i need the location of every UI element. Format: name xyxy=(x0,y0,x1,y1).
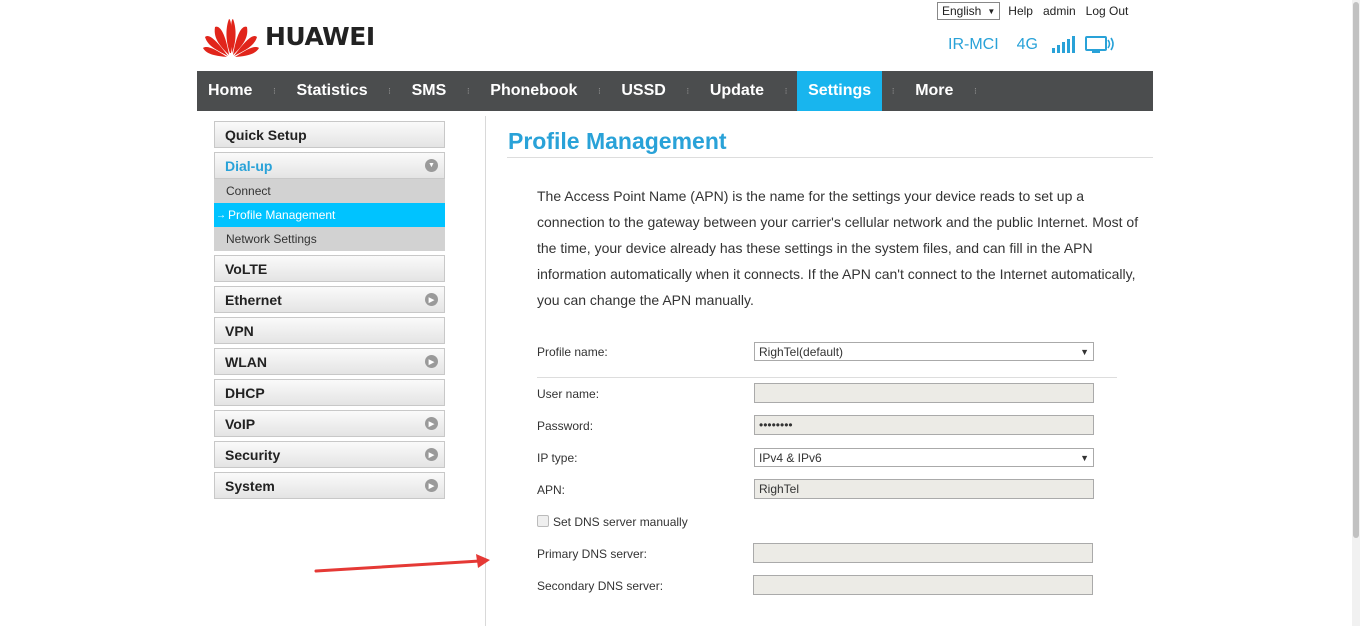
huawei-logo: HUAWEI xyxy=(203,15,375,57)
secondary-dns-label: Secondary DNS server: xyxy=(537,579,664,593)
annotation-arrow-icon xyxy=(314,554,490,573)
help-link[interactable]: Help xyxy=(1008,4,1033,18)
chevron-down-icon: ▼ xyxy=(1080,346,1089,357)
nav-separator: ⁝ xyxy=(597,85,601,96)
nav-separator: ⁝ xyxy=(466,85,470,96)
form-divider xyxy=(537,377,1117,378)
sidebar-item-dhcp[interactable]: DHCP xyxy=(214,379,445,406)
apn-input[interactable]: RighTel xyxy=(754,479,1094,499)
sidebar-item-label: Quick Setup xyxy=(225,126,307,143)
chevron-down-icon: ▼ xyxy=(1080,452,1089,463)
ip-type-select[interactable]: IPv4 & IPv6 ▼ xyxy=(754,448,1094,467)
secondary-dns-input[interactable] xyxy=(753,575,1093,595)
huawei-petals-icon xyxy=(203,19,259,57)
dns-manual-label: Set DNS server manually xyxy=(553,515,688,529)
nav-home[interactable]: Home xyxy=(197,71,263,111)
chevron-down-icon: ▼ xyxy=(425,159,438,172)
primary-dns-label: Primary DNS server: xyxy=(537,547,648,561)
title-divider xyxy=(507,157,1153,158)
top-links: English ▼ Help admin Log Out xyxy=(937,2,1138,20)
nav-separator: ⁝ xyxy=(891,85,895,96)
primary-dns-input[interactable] xyxy=(753,543,1093,563)
apn-label: APN: xyxy=(537,483,566,497)
sidebar-item-label: VoLTE xyxy=(225,260,268,277)
nav-more[interactable]: More xyxy=(904,71,964,111)
apn-description: The Access Point Name (APN) is the name … xyxy=(537,188,1139,308)
sidebar-item-label: Ethernet xyxy=(225,291,282,308)
sidebar-item-label: System xyxy=(225,477,275,494)
sidebar-subitem-label: Network Settings xyxy=(226,232,317,246)
sidebar-item-label: VoIP xyxy=(225,415,256,432)
status-bar: IR-MCI 4G xyxy=(948,36,1115,54)
sidebar-item-volte[interactable]: VoLTE xyxy=(214,255,445,282)
sidebar-subitem-connect[interactable]: Connect xyxy=(214,179,445,203)
sidebar-item-quick-setup[interactable]: Quick Setup xyxy=(214,121,445,148)
sidebar-item-dialup[interactable]: Dial-up ▼ xyxy=(214,152,445,179)
chevron-right-icon: ▶ xyxy=(425,293,438,306)
page-title: Profile Management xyxy=(508,128,727,154)
brand-name: HUAWEI xyxy=(265,21,375,51)
sidebar-item-system[interactable]: System ▶ xyxy=(214,472,445,499)
main-nav: Home ⁝ Statistics ⁝ SMS ⁝ Phonebook ⁝ US… xyxy=(197,71,1153,111)
sidebar-item-label: Security xyxy=(225,446,281,463)
dialup-submenu: Connect → Profile Management Network Set… xyxy=(214,179,445,251)
nav-statistics[interactable]: Statistics xyxy=(285,71,378,111)
sidebar-item-label: Dial-up xyxy=(225,157,273,174)
username-input[interactable] xyxy=(754,383,1094,403)
nav-update[interactable]: Update xyxy=(699,71,775,111)
scrollbar-thumb[interactable] xyxy=(1353,2,1359,538)
sidebar-subitem-profile-management[interactable]: → Profile Management xyxy=(214,203,445,227)
password-input[interactable]: •••••••• xyxy=(754,415,1094,435)
password-label: Password: xyxy=(537,419,594,433)
nav-ussd[interactable]: USSD xyxy=(610,71,676,111)
dns-manual-checkbox[interactable] xyxy=(537,515,549,527)
connection-monitor-icon xyxy=(1085,36,1114,53)
sidebar-subitem-label: Profile Management xyxy=(228,208,336,222)
nav-phonebook[interactable]: Phonebook xyxy=(479,71,588,111)
sidebar-subitem-network-settings[interactable]: Network Settings xyxy=(214,227,445,251)
network-name: IR-MCI xyxy=(948,36,999,53)
nav-separator: ⁝ xyxy=(784,85,788,96)
sidebar-item-label: VPN xyxy=(225,322,254,339)
settings-sidebar: Quick Setup Dial-up ▼ Connect → Profile … xyxy=(214,121,445,503)
nav-sms[interactable]: SMS xyxy=(401,71,458,111)
chevron-right-icon: ▶ xyxy=(425,448,438,461)
chevron-right-icon: ▶ xyxy=(425,417,438,430)
username-label: User name: xyxy=(537,387,600,401)
nav-settings[interactable]: Settings xyxy=(797,71,883,111)
sidebar-item-label: WLAN xyxy=(225,353,267,370)
language-select[interactable]: English ▼ xyxy=(937,2,1001,20)
sidebar-subitem-label: Connect xyxy=(226,184,271,198)
profile-name-value: RighTel(default) xyxy=(759,344,844,359)
language-value: English xyxy=(942,4,982,18)
profile-name-label: Profile name: xyxy=(537,345,608,359)
ip-type-label: IP type: xyxy=(537,451,578,465)
user-link[interactable]: admin xyxy=(1043,4,1076,18)
logout-link[interactable]: Log Out xyxy=(1086,4,1129,18)
chevron-right-icon: ▶ xyxy=(425,355,438,368)
nav-separator: ⁝ xyxy=(388,85,392,96)
sidebar-item-ethernet[interactable]: Ethernet ▶ xyxy=(214,286,445,313)
sidebar-item-wlan[interactable]: WLAN ▶ xyxy=(214,348,445,375)
profile-name-select[interactable]: RighTel(default) ▼ xyxy=(754,342,1094,361)
arrow-right-icon: → xyxy=(216,209,226,221)
nav-separator: ⁝ xyxy=(686,85,690,96)
chevron-right-icon: ▶ xyxy=(425,479,438,492)
network-type: 4G xyxy=(1016,36,1038,53)
nav-separator: ⁝ xyxy=(973,85,977,96)
nav-separator: ⁝ xyxy=(273,85,276,96)
sidebar-item-security[interactable]: Security ▶ xyxy=(214,441,445,468)
ip-type-value: IPv4 & IPv6 xyxy=(759,450,822,465)
chevron-down-icon: ▼ xyxy=(987,6,996,16)
sidebar-item-label: DHCP xyxy=(225,384,265,401)
signal-strength-icon xyxy=(1052,36,1077,53)
sidebar-item-vpn[interactable]: VPN xyxy=(214,317,445,344)
sidebar-item-voip[interactable]: VoIP ▶ xyxy=(214,410,445,437)
